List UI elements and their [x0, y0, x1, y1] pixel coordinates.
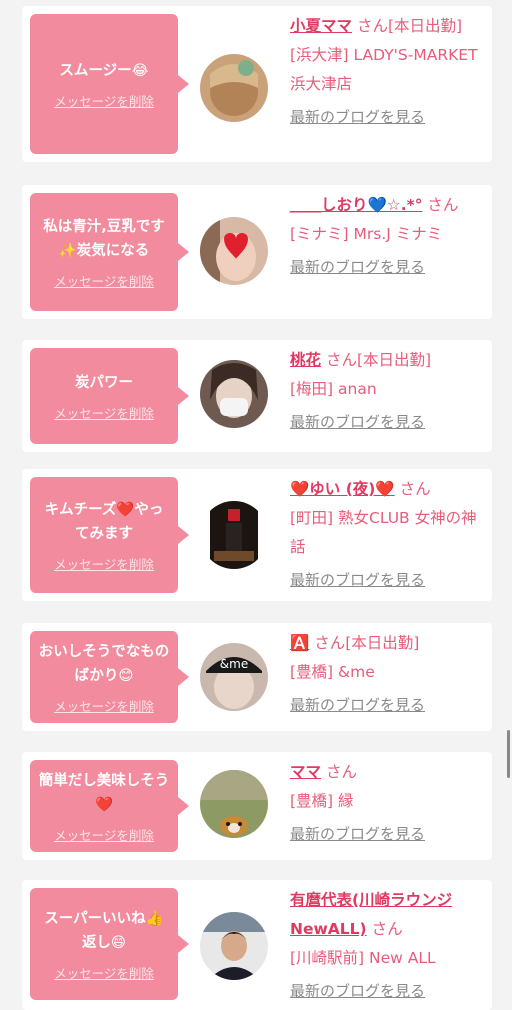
message-text: 炭パワー [75, 374, 133, 391]
message-text: 簡単だし美味しそう❤️ [38, 772, 170, 813]
svg-text:&me: &me [220, 657, 248, 671]
user-suffix: さん[本日出勤] [356, 17, 463, 35]
message-bubble: 炭パワー メッセージを削除 [30, 348, 189, 444]
dog-grass-avatar[interactable] [200, 770, 268, 838]
man-suit-avatar[interactable] [200, 912, 268, 980]
shop-name: [豊橋] &me [290, 663, 375, 681]
delete-message-link[interactable]: メッセージを削除 [54, 554, 154, 573]
delete-message-link[interactable]: メッセージを削除 [54, 403, 154, 422]
item-info: ＿＿しおり💙☆.*° さん [ミナミ] Mrs.J ミナミ 最新のブログを見る [290, 191, 486, 282]
user-suffix: さん [427, 196, 459, 214]
list-item: 簡単だし美味しそう❤️ メッセージを削除 ママ さん [豊橋] 縁 最新のブログ… [22, 752, 492, 860]
shop-name: [川崎駅前] New ALL [290, 949, 436, 967]
latest-blog-link[interactable]: 最新のブログを見る [290, 820, 486, 849]
message-text: スムージー😂 [59, 62, 149, 79]
list-item: スムージー😂 メッセージを削除 小夏ママ さん[本日出勤] [浜大津] LADY… [22, 6, 492, 162]
item-info: 桃花 さん[本日出勤] [梅田] anan 最新のブログを見る [290, 346, 486, 437]
blonde-hair-avatar[interactable] [200, 54, 268, 122]
delete-message-link[interactable]: メッセージを削除 [54, 271, 154, 290]
user-name-link[interactable]: 桃花 [290, 351, 321, 369]
latest-blog-link[interactable]: 最新のブログを見る [290, 103, 486, 132]
andme-cap-avatar[interactable]: &me [200, 643, 268, 711]
user-name-link[interactable]: ＿＿しおり💙☆.*° [290, 196, 422, 214]
item-info: 🅰️ さん[本日出勤] [豊橋] &me 最新のブログを見る [290, 629, 486, 720]
message-bubble: スーパーいいね👍返し😄 メッセージを削除 [30, 888, 189, 1000]
message-text: 私は青汁,豆乳です✨炭気になる [43, 218, 165, 259]
user-name-link[interactable]: ママ [290, 763, 321, 781]
latest-blog-link[interactable]: 最新のブログを見る [290, 253, 486, 282]
message-bubble: おいしそうでなものばかり😊 メッセージを削除 [30, 631, 189, 723]
delete-message-link[interactable]: メッセージを削除 [54, 91, 154, 110]
user-name-link[interactable]: ❤️ゆい (夜)❤️ [290, 480, 395, 498]
message-list: スムージー😂 メッセージを削除 小夏ママ さん[本日出勤] [浜大津] LADY… [0, 0, 512, 1010]
list-item: 炭パワー メッセージを削除 桃花 さん[本日出勤] [梅田] anan 最新のブ… [22, 340, 492, 452]
user-suffix: さん [325, 763, 357, 781]
message-text: キムチーズ❤️やってみます [44, 501, 164, 542]
delete-message-link[interactable]: メッセージを削除 [54, 825, 154, 844]
item-info: 小夏ママ さん[本日出勤] [浜大津] LADY'S-MARKET 浜大津店 最… [290, 12, 486, 132]
message-bubble: 私は青汁,豆乳です✨炭気になる メッセージを削除 [30, 193, 189, 311]
shop-name: [町田] 熟女CLUB 女神の神話 [290, 509, 477, 556]
user-suffix: さん [371, 920, 403, 938]
latest-blog-link[interactable]: 最新のブログを見る [290, 977, 486, 1006]
delete-message-link[interactable]: メッセージを削除 [54, 696, 154, 715]
user-suffix: さん[本日出勤] [325, 351, 432, 369]
delete-message-link[interactable]: メッセージを削除 [54, 963, 154, 982]
shop-name: [浜大津] LADY'S-MARKET 浜大津店 [290, 46, 478, 93]
message-bubble: スムージー😂 メッセージを削除 [30, 14, 189, 154]
item-info: ママ さん [豊橋] 縁 最新のブログを見る [290, 758, 486, 849]
list-item: キムチーズ❤️やってみます メッセージを削除 ❤️ゆい (夜)❤️ さん [町田… [22, 469, 492, 601]
user-name-link[interactable]: 小夏ママ [290, 17, 352, 35]
latest-blog-link[interactable]: 最新のブログを見る [290, 566, 486, 595]
message-text: おいしそうでなものばかり😊 [38, 643, 170, 684]
masked-woman-avatar[interactable] [200, 360, 268, 428]
list-item: スーパーいいね👍返し😄 メッセージを削除 有麿代表(川崎ラウンジNewALL) … [22, 880, 492, 1010]
message-text: スーパーいいね👍返し😄 [44, 910, 164, 951]
item-info: ❤️ゆい (夜)❤️ さん [町田] 熟女CLUB 女神の神話 最新のブログを見… [290, 475, 486, 595]
latest-blog-link[interactable]: 最新のブログを見る [290, 408, 486, 437]
message-bubble: キムチーズ❤️やってみます メッセージを削除 [30, 477, 189, 593]
message-bubble: 簡単だし美味しそう❤️ メッセージを削除 [30, 760, 189, 852]
list-item: 私は青汁,豆乳です✨炭気になる メッセージを削除 ＿＿しおり💙☆.*° さん [… [22, 185, 492, 319]
shop-name: [豊橋] 縁 [290, 792, 354, 810]
user-name-link[interactable]: 🅰️ [290, 634, 309, 652]
user-suffix: さん[本日出勤] [314, 634, 420, 652]
shop-name: [梅田] anan [290, 380, 377, 398]
heart-face-avatar[interactable] [200, 217, 268, 285]
scrollbar[interactable] [507, 730, 510, 778]
item-info: 有麿代表(川崎ラウンジNewALL) さん [川崎駅前] New ALL 最新の… [290, 886, 486, 1006]
shop-name: [ミナミ] Mrs.J ミナミ [290, 225, 443, 243]
latest-blog-link[interactable]: 最新のブログを見る [290, 691, 486, 720]
list-item: おいしそうでなものばかり😊 メッセージを削除 &me 🅰️ さん[本日出勤] [… [22, 623, 492, 731]
dark-room-avatar[interactable] [200, 501, 268, 569]
user-suffix: さん [399, 480, 431, 498]
